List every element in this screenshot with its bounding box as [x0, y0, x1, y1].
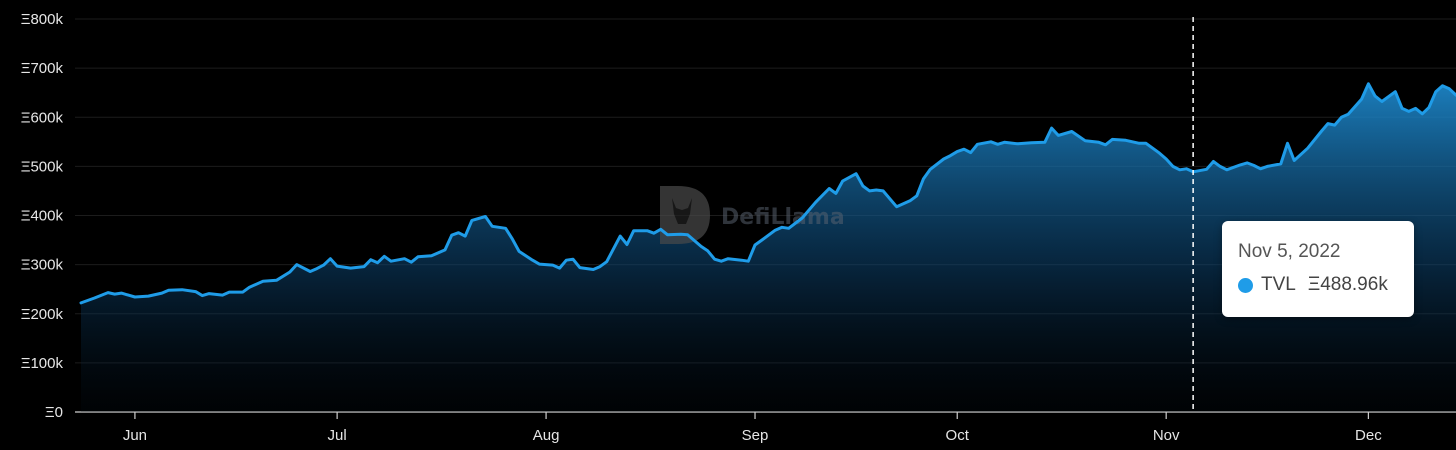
tooltip-value: Ξ488.96k [1307, 274, 1388, 295]
y-axis: Ξ0 Ξ100k Ξ200k Ξ300k Ξ400k Ξ500k Ξ600k Ξ700k Ξ80… [21, 11, 64, 421]
y-tick-label: Ξ0 [45, 404, 63, 421]
x-tick-label: Jul [328, 427, 347, 444]
y-tick-label: Ξ600k [21, 109, 64, 126]
tooltip-row: TVL Ξ488.96k [1238, 274, 1414, 296]
tooltip-date: Nov 5, 2022 [1238, 241, 1341, 262]
x-tick-label: Sep [742, 427, 769, 444]
y-tick-label: Ξ100k [21, 355, 64, 372]
y-tick-label: Ξ300k [21, 257, 64, 274]
series-dot-icon [1238, 277, 1253, 293]
y-tick-label: Ξ700k [21, 60, 64, 77]
x-tick-label: Oct [946, 427, 970, 444]
y-tick-label: Ξ400k [21, 208, 64, 225]
y-tick-label: Ξ800k [21, 11, 64, 28]
x-tick-label: Nov [1153, 427, 1180, 444]
x-tick-label: Dec [1355, 427, 1382, 444]
tvl-chart[interactable]: Ξ0 Ξ100k Ξ200k Ξ300k Ξ400k Ξ500k Ξ600k Ξ700k Ξ80… [0, 0, 1456, 450]
tooltip: Nov 5, 2022 TVL Ξ488.96k [1222, 221, 1414, 317]
x-tick-label: Aug [533, 427, 560, 444]
y-tick-label: Ξ200k [21, 306, 64, 323]
tooltip-series-label: TVL [1261, 274, 1296, 295]
y-tick-label: Ξ500k [21, 158, 64, 175]
x-tick-label: Jun [123, 427, 147, 444]
x-axis: Jun Jul Aug Sep Oct Nov Dec [123, 412, 1382, 444]
